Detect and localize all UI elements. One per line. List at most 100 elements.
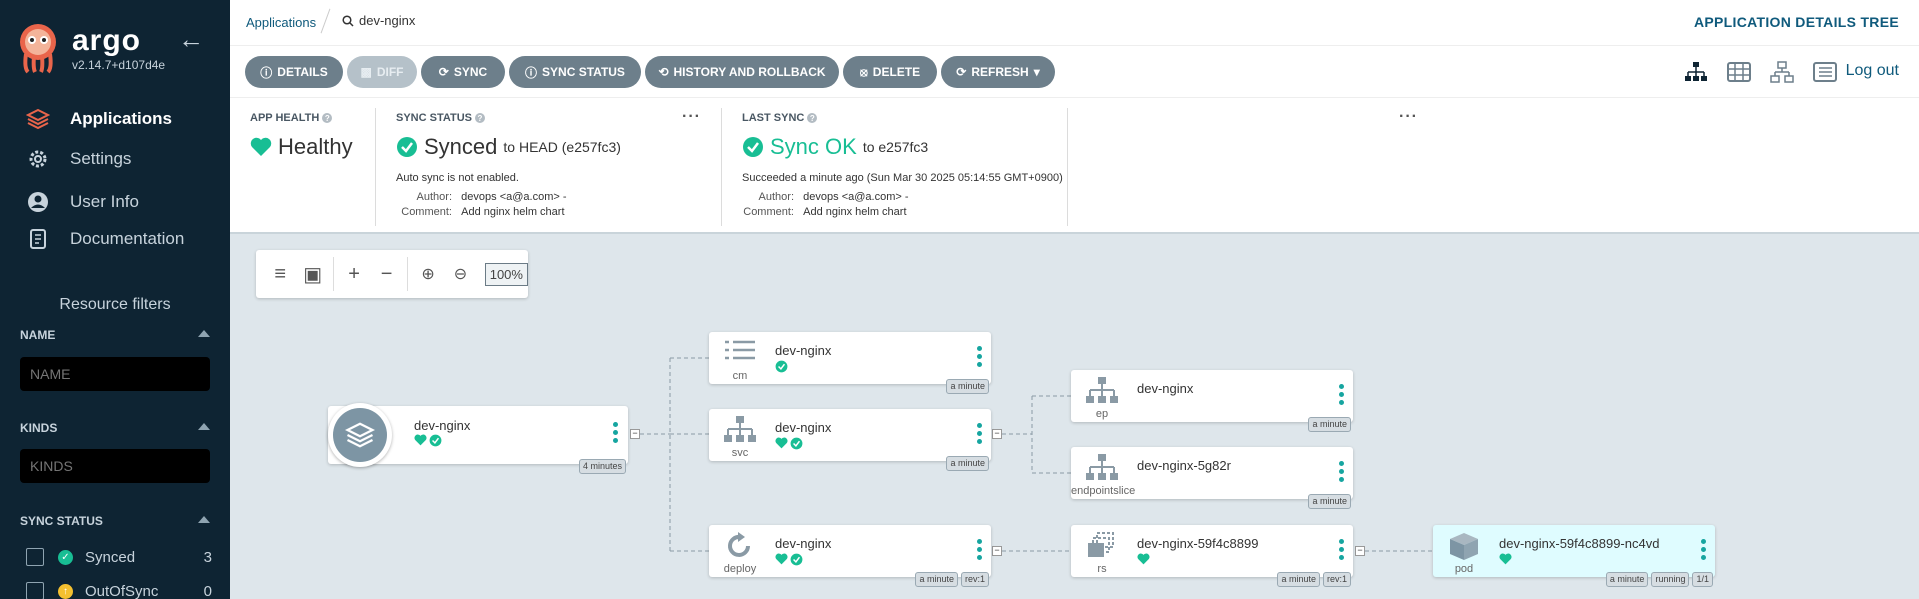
- configmap-icon: [725, 340, 755, 360]
- sync-status-value: Synced to HEAD (e257fc3): [396, 134, 621, 160]
- kinds-filter-input[interactable]: [20, 449, 210, 483]
- sync-status-target: to HEAD (e257fc3): [503, 139, 621, 155]
- action-bar: ⓘ DETAILS ▩ DIFF ⟳ SYNC ⓘ SYNC STATUS ⟲ HISTO…: [230, 46, 1919, 98]
- list-view-icon[interactable]: [1812, 60, 1838, 84]
- outofsync-checkbox[interactable]: [26, 582, 44, 599]
- zoom-out-icon[interactable]: ⊖: [444, 259, 476, 289]
- help-icon[interactable]: ?: [807, 113, 818, 123]
- top-bar: Applications dev-nginx APPLICATION DETAI…: [230, 0, 1919, 46]
- node-menu-icon[interactable]: [1701, 539, 1707, 561]
- collapse-sidebar-icon[interactable]: ←: [178, 24, 204, 55]
- node-menu-icon[interactable]: [977, 423, 983, 445]
- author-value: devops <a@a.com> -: [803, 191, 909, 203]
- expand-all-icon[interactable]: +: [338, 259, 370, 289]
- age-tag: a minute: [946, 379, 989, 394]
- user-icon: [26, 190, 50, 214]
- sync-comment-row: Comment: Add nginx helm chart: [396, 206, 564, 218]
- nav-applications[interactable]: Applications: [26, 104, 172, 134]
- replicaset-icon: [1088, 532, 1114, 557]
- collapse-toggle[interactable]: −: [630, 429, 640, 439]
- collapse-all-icon[interactable]: −: [370, 259, 402, 289]
- state-tag: running: [1651, 572, 1690, 587]
- sync-button[interactable]: ⟳ SYNC: [421, 56, 505, 88]
- revision-tag: rev:1: [1322, 572, 1351, 587]
- more-options-icon[interactable]: ···: [1399, 108, 1418, 126]
- kind-label: cm: [732, 370, 748, 382]
- last-sync-label: LAST SYNC: [742, 112, 805, 124]
- tree-view-icon[interactable]: [1683, 60, 1709, 84]
- node-name: dev-nginx-59f4c8899-nc4vd: [1499, 536, 1660, 551]
- heart-icon: [775, 437, 788, 449]
- nav-user-info[interactable]: User Info: [26, 187, 139, 217]
- resource-node-ep[interactable]: ep dev-nginx a minute: [1071, 370, 1353, 432]
- app-health-value: Healthy: [250, 134, 353, 160]
- kind-label: svc: [731, 447, 749, 459]
- node-menu-icon[interactable]: [613, 422, 618, 443]
- fit-screen-icon[interactable]: ▣: [296, 259, 328, 289]
- zoom-level[interactable]: 100%: [484, 262, 528, 286]
- network-view-icon[interactable]: [1769, 60, 1795, 84]
- filter-outofsync[interactable]: ↑ OutOfSync 0: [26, 580, 216, 599]
- node-menu-icon[interactable]: [977, 346, 983, 368]
- details-button[interactable]: ⓘ DETAILS: [245, 56, 343, 88]
- resource-node-cm[interactable]: cm dev-nginx a minute: [709, 332, 991, 394]
- help-icon[interactable]: ?: [322, 113, 333, 123]
- kinds-filter-header[interactable]: KINDS: [20, 421, 210, 435]
- diff-label: DIFF: [376, 65, 404, 79]
- delete-label: DELETE: [872, 65, 921, 79]
- sync-status-filter-header[interactable]: SYNC STATUS: [20, 514, 210, 528]
- node-tags: a minute rev:1: [1277, 572, 1351, 587]
- zoom-in-icon[interactable]: ⊕: [412, 259, 444, 289]
- collapse-up-icon[interactable]: [198, 516, 210, 523]
- collapse-toggle[interactable]: −: [992, 546, 1002, 556]
- gear-icon: [26, 147, 50, 171]
- collapse-up-icon[interactable]: [198, 330, 210, 337]
- refresh-icon: ⟳: [956, 65, 967, 79]
- info-icon: ⓘ: [260, 65, 273, 80]
- refresh-button[interactable]: ⟳ REFRESH ▾: [941, 56, 1055, 88]
- sync-status-text: Synced: [424, 134, 498, 159]
- name-filter-input[interactable]: [20, 357, 210, 391]
- node-tags: a minute running 1/1: [1605, 572, 1713, 587]
- author-key: Author:: [758, 191, 794, 203]
- sync-status-button[interactable]: ⓘ SYNC STATUS: [509, 56, 641, 88]
- pods-grid-icon[interactable]: [1726, 60, 1752, 84]
- search-value: dev-nginx: [359, 13, 416, 28]
- collapse-toggle[interactable]: −: [1355, 546, 1365, 556]
- node-menu-icon[interactable]: [977, 539, 983, 561]
- argo-octopus-logo[interactable]: [18, 22, 58, 74]
- node-menu-icon[interactable]: [1339, 384, 1345, 406]
- caret-down-icon: ▾: [1033, 65, 1040, 79]
- synced-checkbox[interactable]: [26, 548, 44, 566]
- nav-settings[interactable]: Settings: [26, 144, 131, 174]
- resource-node-svc[interactable]: svc dev-nginx a minute: [709, 409, 991, 471]
- breadcrumb-applications[interactable]: Applications: [246, 15, 316, 30]
- diff-button[interactable]: ▩ DIFF: [347, 56, 417, 88]
- logout-link[interactable]: Log out: [1846, 62, 1899, 80]
- node-menu-icon[interactable]: [1339, 539, 1345, 561]
- age-tag: 4 minutes: [578, 459, 626, 474]
- more-options-icon[interactable]: ···: [682, 108, 701, 126]
- filter-synced[interactable]: ✓ Synced 3: [26, 546, 216, 568]
- filter-synced-count: 3: [203, 548, 212, 566]
- breadcrumb-search[interactable]: dev-nginx: [342, 13, 415, 28]
- app-health-header: APP HEALTH?: [250, 112, 333, 124]
- name-filter-header[interactable]: NAME: [20, 328, 210, 342]
- resource-node-deploy[interactable]: deploy dev-nginx a minute rev:1: [709, 525, 991, 587]
- toolbar-divider: [406, 257, 408, 291]
- collapse-toggle[interactable]: −: [992, 429, 1002, 439]
- collapse-up-icon[interactable]: [198, 423, 210, 430]
- delete-button[interactable]: ⦻ DELETE: [843, 56, 937, 88]
- filter-outofsync-count: 0: [203, 582, 212, 599]
- resource-node-rs[interactable]: rs dev-nginx-59f4c8899 a minute rev:1: [1071, 525, 1353, 587]
- help-icon[interactable]: ?: [475, 113, 485, 123]
- nav-documentation[interactable]: Documentation: [26, 224, 184, 254]
- history-rollback-button[interactable]: ⟲ HISTORY AND ROLLBACK: [645, 56, 839, 88]
- check-circle-icon: [775, 360, 788, 373]
- node-name: dev-nginx-59f4c8899: [1137, 536, 1259, 551]
- app-health-label: APP HEALTH: [250, 112, 320, 124]
- resource-node-pod[interactable]: pod dev-nginx-59f4c8899-nc4vd a minute ru…: [1433, 525, 1715, 587]
- node-menu-icon[interactable]: [1339, 461, 1345, 483]
- resource-node-endpointslice[interactable]: endpointslice dev-nginx-5g82r a minute: [1071, 447, 1353, 509]
- align-left-icon[interactable]: ≡: [264, 259, 296, 289]
